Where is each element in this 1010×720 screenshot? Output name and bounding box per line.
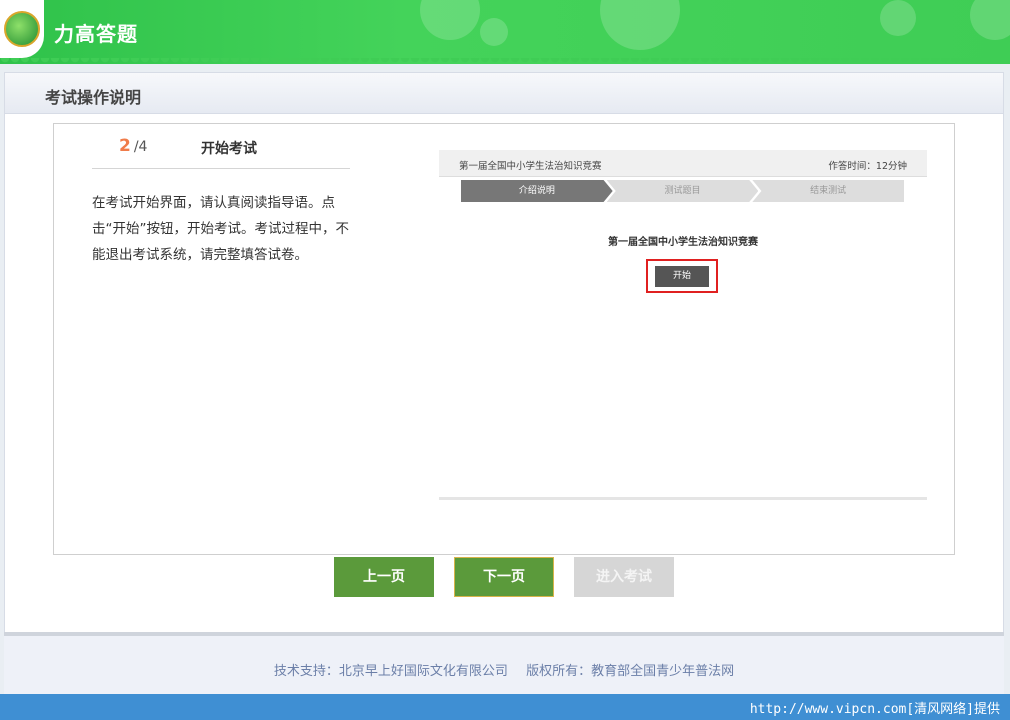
preview-start-highlight: 开始 xyxy=(646,259,718,293)
preview-header: 第一届全国中小学生法治知识竞赛 作答时间：12分钟 xyxy=(439,150,927,177)
app-logo xyxy=(0,0,44,58)
app-header: 力高答题 xyxy=(0,0,1010,64)
preview-tab-questions: 测试题目 xyxy=(606,180,759,202)
preview-start-button: 开始 xyxy=(655,266,709,287)
preview-tab-finish: 结束测试 xyxy=(752,180,905,202)
footer-text: 技术支持：北京早上好国际文化有限公司 版权所有：教育部全国青少年普法网 xyxy=(4,660,1004,679)
footer-copyright: 版权所有：教育部全国青少年普法网 xyxy=(526,664,735,679)
section-header: 考试操作说明 xyxy=(4,72,1004,114)
preview-time-label: 作答时间：12分钟 xyxy=(828,161,907,172)
prev-page-button[interactable]: 上一页 xyxy=(334,557,434,597)
header-border xyxy=(0,58,1010,68)
preview-subtitle: 第一届全国中小学生法治知识竞赛 xyxy=(608,237,758,248)
preview-progress-tabs: 介绍说明 测试题目 结束测试 xyxy=(461,180,905,202)
page-footer: 技术支持：北京早上好国际文化有限公司 版权所有：教育部全国青少年普法网 xyxy=(4,632,1004,694)
step-description: 在考试开始界面，请认真阅读指导语。点击“开始”按钮，开始考试。考试过程中，不能退… xyxy=(92,195,349,263)
step-total: /4 xyxy=(133,139,148,155)
step-counter: 2/4 xyxy=(119,136,147,156)
app-title: 力高答题 xyxy=(54,22,138,46)
preview-contest-name: 第一届全国中小学生法治知识竞赛 xyxy=(459,161,602,172)
enter-exam-button[interactable]: 进入考试 xyxy=(574,557,674,597)
step-current: 2 xyxy=(119,136,131,156)
divider xyxy=(92,168,350,169)
screenshot-preview: 第一届全国中小学生法治知识竞赛 作答时间：12分钟 介绍说明 测试题目 结束测试… xyxy=(439,150,927,500)
logo-emblem-icon xyxy=(4,11,40,47)
watermark-bar: http://www.vipcn.com[清风网络]提供 xyxy=(0,694,1010,720)
preview-tab-intro: 介绍说明 xyxy=(461,180,613,202)
instruction-card: 2/4 开始考试 在考试开始界面，请认真阅读指导语。点击“开始”按钮，开始考试。… xyxy=(53,123,955,555)
footer-support: 技术支持：北京早上好国际文化有限公司 xyxy=(273,664,508,679)
step-title: 开始考试 xyxy=(201,141,257,157)
watermark-text: http://www.vipcn.com[清风网络]提供 xyxy=(749,702,1000,717)
main-panel: 2/4 开始考试 在考试开始界面，请认真阅读指导语。点击“开始”按钮，开始考试。… xyxy=(4,114,1004,632)
next-page-button[interactable]: 下一页 xyxy=(454,557,554,597)
section-title: 考试操作说明 xyxy=(45,88,142,107)
